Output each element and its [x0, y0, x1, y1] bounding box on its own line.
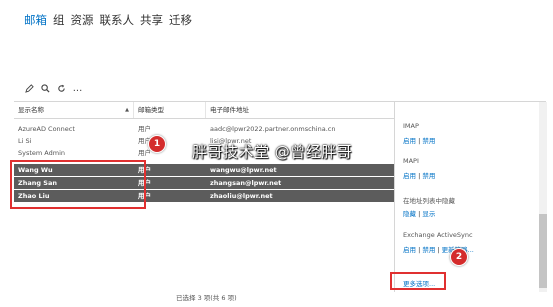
activesync-disable-link[interactable]: 禁用 — [422, 246, 435, 254]
row-mailbox-type: 用户 — [138, 125, 151, 133]
highlight-selected-rows — [10, 160, 146, 209]
tab-mailboxes[interactable]: 邮箱 — [24, 12, 47, 28]
address-list-heading: 在地址列表中隐藏 — [403, 197, 455, 205]
more-icon[interactable]: ... — [72, 83, 83, 94]
imap-actions: 启用 | 禁用 — [403, 135, 435, 145]
tab-resources[interactable]: 资源 — [71, 12, 94, 28]
column-header-mailbox-type[interactable]: 邮箱类型 — [134, 102, 206, 118]
imap-heading: IMAP — [403, 122, 419, 130]
tab-migration[interactable]: 迁移 — [169, 12, 192, 28]
tab-groups[interactable]: 组 — [53, 12, 65, 28]
mapi-disable-link[interactable]: 禁用 — [422, 172, 435, 180]
highlight-more-options — [390, 272, 446, 290]
edit-icon[interactable] — [24, 83, 35, 94]
sort-ascending-icon: ▲ — [125, 107, 129, 113]
refresh-icon[interactable] — [56, 83, 67, 94]
imap-disable-link[interactable]: 禁用 — [422, 137, 435, 145]
tab-contacts[interactable]: 联系人 — [100, 12, 135, 28]
activesync-enable-link[interactable]: 启用 — [403, 246, 416, 254]
address-list-actions: 隐藏 | 显示 — [403, 208, 435, 218]
column-header-email[interactable]: 电子邮件地址 — [206, 102, 394, 118]
row-display-name: AzureAD Connect — [18, 125, 75, 133]
row-email: zhangsan@lpwr.net — [210, 179, 282, 187]
step-badge-1: 1 — [148, 135, 166, 153]
toolbar: ... — [24, 83, 83, 94]
scrollbar-thumb[interactable] — [539, 214, 547, 288]
table-row[interactable]: AzureAD Connect 用户 aadc@lpwr2022.partner… — [14, 123, 394, 135]
hide-link[interactable]: 隐藏 — [403, 210, 416, 218]
imap-enable-link[interactable]: 启用 — [403, 137, 416, 145]
row-email: aadc@lpwr2022.partner.onmschina.cn — [210, 125, 336, 133]
mapi-actions: 启用 | 禁用 — [403, 170, 435, 180]
row-email: wangwu@lpwr.net — [210, 166, 277, 174]
row-display-name: Li Si — [18, 137, 32, 145]
row-email: zhaoliu@lpwr.net — [210, 192, 273, 200]
watermark: 胖哥技术堂 @曾经胖哥 — [192, 143, 353, 161]
step-badge-2: 2 — [450, 248, 468, 266]
show-link[interactable]: 显示 — [422, 210, 435, 218]
main-nav-tabs: 邮箱 组 资源 联系人 共享 迁移 — [24, 12, 192, 28]
selection-status: 已选择 3 项(共 6 项) — [176, 294, 237, 302]
mapi-heading: MAPI — [403, 157, 419, 165]
mapi-enable-link[interactable]: 启用 — [403, 172, 416, 180]
search-icon[interactable] — [40, 83, 51, 94]
row-display-name: System Admin — [18, 149, 66, 157]
grid-header: 显示名称 ▲ 邮箱类型 电子邮件地址 — [14, 102, 394, 119]
column-header-display-name-label: 显示名称 — [18, 106, 44, 114]
tab-shared[interactable]: 共享 — [140, 12, 163, 28]
details-scrollbar[interactable] — [539, 102, 547, 292]
activesync-heading: Exchange ActiveSync — [403, 231, 473, 239]
details-pane: IMAP 启用 | 禁用 MAPI 启用 | 禁用 在地址列表中隐藏 隐藏 | … — [394, 102, 547, 292]
column-header-display-name[interactable]: 显示名称 ▲ — [14, 102, 134, 118]
